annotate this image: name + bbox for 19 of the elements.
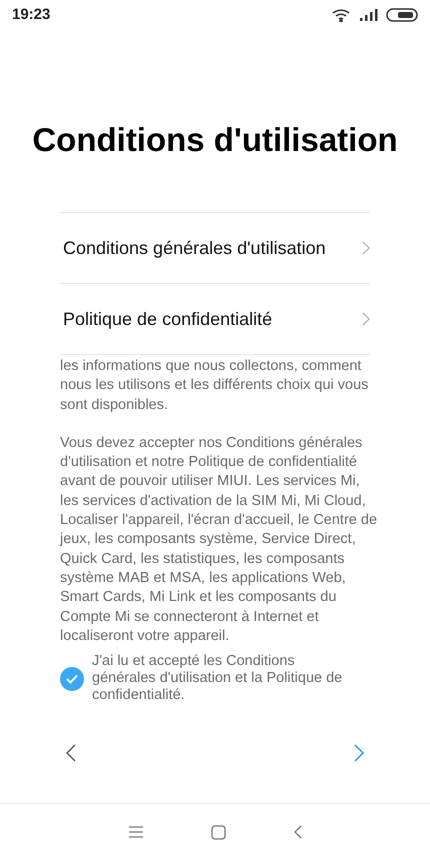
chevron-right-icon	[354, 744, 364, 762]
chevron-right-icon	[362, 312, 370, 326]
back-icon[interactable]	[294, 825, 302, 839]
agree-checkbox[interactable]	[60, 666, 84, 691]
agreement-label: J'ai lu et accepté les Conditions générales d'utilisation et la Politique de confidentialité.	[92, 653, 344, 704]
status-time: 19:23	[12, 4, 50, 25]
terms-paragraph: Vous devez accepter nos Conditions générales d'utilisation et notre Politique de confidentialité avant de pouvoir utiliser MIUI. Les services Mi, les services d'activation de la SIM Mi, Mi Cloud, Localiser l'appareil, l'écran d'accueil, le Centre de jeux, les composants système, Service Direct, Quick Card, les statistiques, les composants système MAB et MSA, les applications Web, Smart Cards, Mi Link et les composants du Compte Mi se connecteront à Internet et localiseront votre appareil.	[60, 434, 378, 646]
terms-paragraph: les informations que nous collectons, comment nous les utilisons et les différents choix qui vous sont disponibles.	[60, 357, 370, 415]
wifi-icon	[332, 8, 352, 22]
chevron-left-icon	[66, 744, 76, 762]
signal-icon	[360, 9, 378, 21]
chevron-right-icon	[362, 241, 370, 255]
terms-link[interactable]: Politique de confidentialité	[60, 284, 370, 355]
terms-link[interactable]: Conditions générales d'utilisation	[60, 213, 370, 284]
check-icon	[66, 674, 78, 684]
page-title: Conditions d'utilisation	[31, 120, 399, 160]
menu-icon[interactable]	[128, 826, 142, 838]
battery-icon	[386, 8, 418, 22]
home-icon[interactable]	[210, 824, 226, 840]
